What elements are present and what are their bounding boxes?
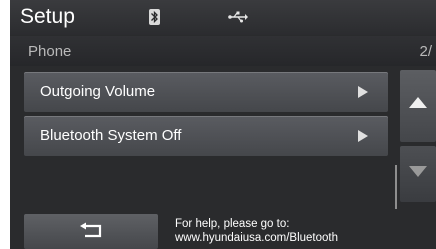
back-arrow-icon <box>79 222 105 245</box>
scrollbar-indicator <box>395 165 397 209</box>
help-url: www.hyundaiusa.com/Bluetooth <box>175 232 339 244</box>
menu-item-bluetooth-system-off[interactable]: Bluetooth System Off <box>24 116 388 156</box>
scroll-down-button[interactable] <box>400 146 436 202</box>
chevron-right-icon <box>358 86 368 98</box>
setup-screen: Setup Phone 2/ Outgoing Volume Bluetooth… <box>10 0 436 249</box>
page-title: Setup <box>20 5 75 28</box>
chevron-right-icon <box>358 130 368 142</box>
header-bar: Setup <box>10 0 436 35</box>
back-button[interactable] <box>24 214 158 249</box>
breadcrumb: Phone 2/ <box>10 36 436 66</box>
scroll-up-button[interactable] <box>400 70 436 142</box>
breadcrumb-label: Phone <box>28 43 72 60</box>
menu-item-outgoing-volume[interactable]: Outgoing Volume <box>24 72 388 112</box>
menu-item-label: Outgoing Volume <box>40 83 156 100</box>
arrow-down-icon <box>409 166 427 177</box>
arrow-up-icon <box>409 97 427 108</box>
bluetooth-icon <box>149 9 160 25</box>
usb-icon <box>228 10 248 28</box>
help-text: For help, please go to: www.hyundaiusa.c… <box>175 217 338 245</box>
page-indicator: 2/ <box>419 43 432 60</box>
menu-item-label: Bluetooth System Off <box>40 127 182 144</box>
help-line-1: For help, please go to: <box>175 218 290 230</box>
